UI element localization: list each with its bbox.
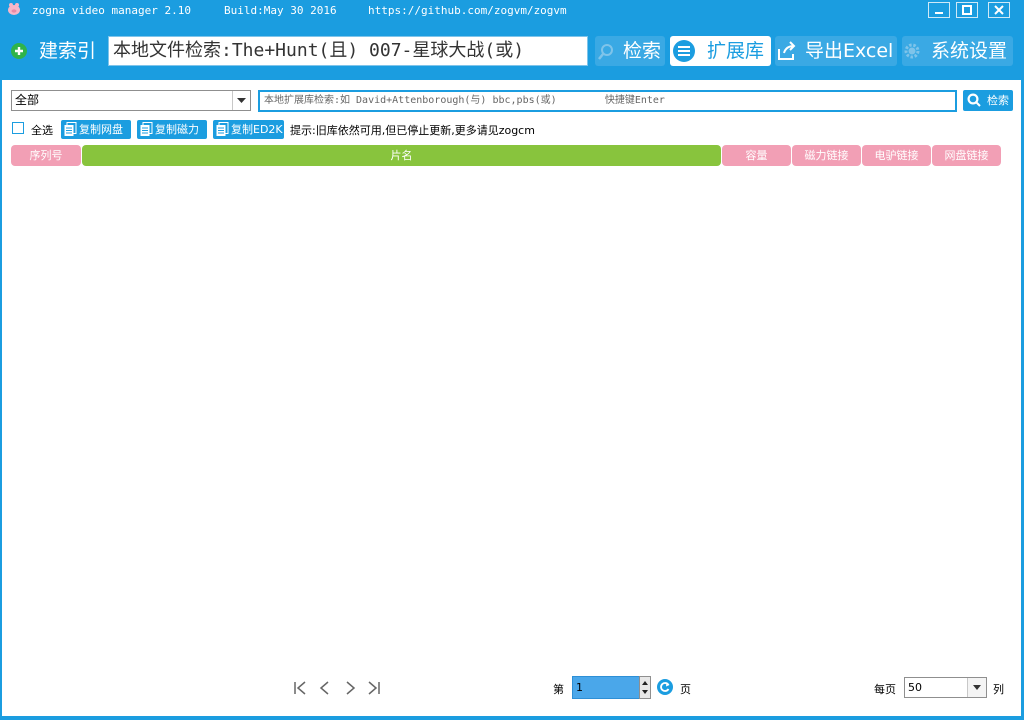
export-excel-label: 导出Excel: [805, 40, 894, 62]
gear-icon: [904, 43, 920, 59]
title-bar: zogna video manager 2.10 Build:May 30 20…: [0, 0, 1024, 22]
build-index-label: 建索引: [39, 40, 97, 62]
page-prefix-label: 第: [553, 683, 564, 696]
refresh-icon[interactable]: [657, 679, 673, 695]
column-header-size[interactable]: 容量: [722, 145, 791, 166]
per-page-suffix-label: 列: [993, 683, 1004, 696]
column-header-title[interactable]: 片名: [82, 145, 721, 166]
pig-logo-icon: [8, 3, 20, 15]
first-page-icon[interactable]: [292, 680, 308, 696]
page-number-input[interactable]: 1: [572, 676, 640, 699]
toolbar: 建索引 本地文件检索:The+Hunt(且) 007-星球大战(或) 检索 扩展…: [0, 22, 1024, 80]
close-button[interactable]: [988, 2, 1010, 18]
extension-search-button[interactable]: 检索: [963, 90, 1013, 111]
minimize-icon: [935, 12, 943, 14]
last-page-icon[interactable]: [366, 680, 382, 696]
local-file-search-input[interactable]: 本地文件检索:The+Hunt(且) 007-星球大战(或): [108, 36, 588, 66]
maximize-icon: [962, 5, 972, 15]
category-select[interactable]: 全部: [11, 90, 251, 111]
search-button[interactable]: 检索: [595, 36, 665, 66]
column-header-ed2k[interactable]: 电驴链接: [862, 145, 931, 166]
actions-row: 全选 复制网盘 复制磁力 复制ED2K 提示:旧库依然可用,但已停止更新,更多请…: [2, 118, 1021, 140]
copy-icon: [216, 122, 229, 136]
extension-search-input[interactable]: 本地扩展库检索:如 David+Attenborough(与) bbc,pbs(…: [258, 90, 957, 112]
per-page-select[interactable]: 50: [904, 677, 987, 698]
copy-icon: [64, 122, 77, 136]
per-page-value: 50: [908, 681, 922, 694]
page-suffix-label: 页: [680, 683, 691, 696]
search-icon: [598, 44, 613, 60]
chevron-down-icon[interactable]: [232, 91, 250, 110]
copy-ed2k-label: 复制ED2K: [231, 123, 283, 136]
close-icon: [994, 5, 1004, 15]
app-title: zogna video manager 2.10: [32, 4, 191, 17]
export-excel-button[interactable]: 导出Excel: [775, 36, 897, 66]
main-panel: 全部 本地扩展库检索:如 David+Attenborough(与) bbc,p…: [2, 80, 1021, 716]
category-value: 全部: [15, 93, 40, 107]
build-index-button[interactable]: 建索引: [9, 36, 103, 66]
select-all-checkbox[interactable]: [12, 122, 24, 134]
column-header-magnet[interactable]: 磁力链接: [792, 145, 861, 166]
previous-page-icon[interactable]: [317, 680, 333, 696]
build-info: Build:May 30 2016: [224, 4, 337, 17]
copy-magnet-label: 复制磁力: [155, 123, 199, 136]
minimize-button[interactable]: [928, 2, 950, 18]
per-page-label: 每页: [874, 683, 896, 696]
spinner-arrows-icon: [642, 681, 648, 694]
copy-netdisk-label: 复制网盘: [79, 123, 123, 136]
next-page-icon[interactable]: [342, 680, 358, 696]
share-export-icon: [778, 41, 796, 60]
plus-icon: [11, 43, 27, 59]
copy-icon: [140, 122, 153, 136]
copy-magnet-button[interactable]: 复制磁力: [137, 120, 207, 139]
repo-url: https://github.com/zogvm/zogvm: [368, 4, 567, 17]
search-label: 检索: [623, 40, 662, 62]
list-icon: [673, 40, 695, 62]
hint-text: 提示:旧库依然可用,但已停止更新,更多请见zogcm: [290, 124, 535, 137]
extension-library-label: 扩展库: [707, 40, 765, 62]
chevron-down-icon[interactable]: [967, 678, 986, 697]
maximize-button[interactable]: [956, 2, 978, 18]
select-all-label: 全选: [31, 124, 53, 137]
extension-search-label: 检索: [987, 94, 1009, 107]
extension-library-button[interactable]: 扩展库: [670, 36, 771, 66]
page-spinner[interactable]: [639, 676, 651, 699]
search-icon: [967, 93, 981, 107]
system-settings-button[interactable]: 系统设置: [902, 36, 1013, 66]
column-header-netdisk[interactable]: 网盘链接: [932, 145, 1001, 166]
copy-netdisk-button[interactable]: 复制网盘: [61, 120, 131, 139]
copy-ed2k-button[interactable]: 复制ED2K: [213, 120, 284, 139]
column-header-serial[interactable]: 序列号: [11, 145, 81, 166]
system-settings-label: 系统设置: [931, 40, 1008, 62]
app-window: zogna video manager 2.10 Build:May 30 20…: [0, 0, 1024, 720]
